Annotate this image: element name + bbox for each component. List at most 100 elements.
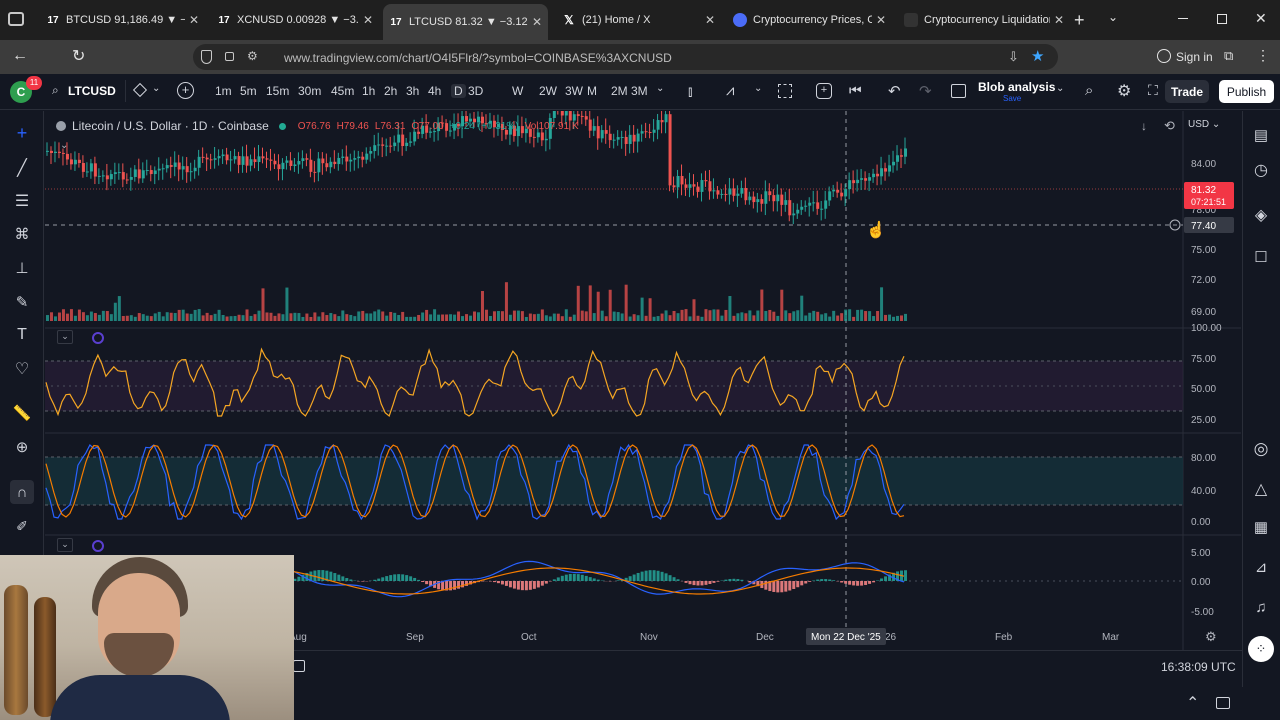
new-tab-icon[interactable]: + [1074,10,1085,31]
ruler-icon[interactable]: 📏 [10,401,34,425]
close-tab-icon[interactable]: ✕ [705,13,715,27]
timeframe-2W[interactable]: 2W [539,84,557,98]
replay-icon[interactable]: ⏮ [849,82,862,99]
timeframe-D[interactable]: D [451,84,466,98]
currency-select[interactable]: USD ⌄ [1188,119,1220,130]
bookmark-star-icon[interactable]: ★ [1031,47,1044,65]
add-symbol-icon[interactable]: + [177,82,194,99]
shield-icon[interactable] [201,50,212,64]
interval-dropdown-icon[interactable]: ⌄ [656,83,664,94]
crosshair-icon[interactable]: + [10,121,34,145]
timeframe-1h[interactable]: 1h [362,84,375,98]
data-window-icon[interactable]: ◈ [1249,203,1273,227]
timeframe-1m[interactable]: 1m [215,84,232,98]
close-tab-icon[interactable]: ✕ [532,15,542,29]
notifications-bell-icon[interactable]: ♫ [1249,595,1273,619]
tab-actions-icon[interactable] [8,12,24,26]
timeframe-5m[interactable]: 5m [240,84,257,98]
back-icon[interactable]: ← [12,47,28,65]
apps-grid-icon[interactable]: ⁘ [1248,636,1274,662]
maximize-icon[interactable] [1217,14,1227,24]
close-tab-icon[interactable]: ✕ [363,13,373,27]
timeframe-2h[interactable]: 2h [384,84,397,98]
timeframe-3D[interactable]: 3D [468,84,483,98]
browser-tab-active[interactable]: 17 LTCUSD 81.32 ▼ −3.12% Blob ✕ [383,4,548,40]
lock-icon[interactable] [225,52,234,61]
trend-line-icon[interactable]: ╱ [10,156,34,180]
close-tab-icon[interactable]: ✕ [189,13,199,27]
close-tab-icon[interactable]: ✕ [876,13,886,27]
browser-tab[interactable]: Cryptocurrency Liquidation ✕ [898,6,1070,34]
install-app-icon[interactable]: ⇩ [1008,49,1019,65]
browser-menu-icon[interactable]: ⋮ [1256,47,1270,64]
alert-icon[interactable]: + [816,83,832,99]
sign-in-button[interactable]: Sign in [1176,50,1213,64]
alerts-clock-icon[interactable]: ◷ [1249,158,1273,182]
date-range-icon[interactable] [293,660,305,672]
profile-icon[interactable] [1157,49,1171,63]
news-feed-icon[interactable]: ⊿ [1249,555,1273,579]
timeframe-30m[interactable]: 30m [298,84,321,98]
timeframe-3h[interactable]: 3h [406,84,419,98]
close-tab-icon[interactable]: ✕ [1054,13,1064,27]
timeframe-15m[interactable]: 15m [266,84,289,98]
fib-retracement-icon[interactable]: ☰ [10,189,34,213]
templates-icon[interactable] [778,84,792,98]
layout-icon[interactable] [951,84,966,98]
browser-tab[interactable]: 17 XCNUSD 0.00928 ▼ −3.63% ✕ [211,6,379,34]
brush-icon[interactable]: ✎ [10,290,34,314]
settings-gear-icon[interactable]: ⚙ [1117,81,1131,101]
collapse-legend-icon[interactable]: ⌄ [60,140,68,151]
timeframe-2M[interactable]: 2M [611,84,628,98]
minimize-icon[interactable] [1178,18,1188,19]
close-window-icon[interactable]: ✕ [1255,10,1267,27]
chevron-up-icon[interactable]: ⌃ [1186,693,1199,713]
target-icon[interactable]: ◎ [1249,437,1273,461]
quick-search-icon[interactable]: ⌕ [1085,82,1093,99]
symbol-search[interactable]: ⌕ LTCUSD [44,80,126,102]
chevron-down-icon[interactable]: ⌄ [152,83,160,94]
timeframe-W[interactable]: W [512,84,523,98]
chevron-down-icon[interactable]: ⌄ [754,83,762,94]
timeframe-45m[interactable]: 45m [331,84,354,98]
timeframe-3M[interactable]: 3M [631,84,648,98]
text-tool-icon[interactable]: T [10,323,34,347]
patterns-icon[interactable]: ⌘ [10,222,34,246]
tab-search-icon[interactable]: ⌄ [1108,10,1118,24]
layout-name[interactable]: Blob analysis [978,80,1055,94]
legend-title[interactable]: Litecoin / U.S. Dollar · 1D · Coinbase [72,119,269,133]
reset-chart-icon[interactable]: ⟲ [1164,118,1175,134]
projection-icon[interactable]: ⊥ [10,256,34,280]
lock-drawings-icon[interactable]: ✐ [10,514,34,538]
clock-label[interactable]: 16:38:09 UTC [1161,660,1236,674]
browser-tab[interactable]: 17 BTCUSD 91,186.49 ▼ −2.71% ✕ [40,6,205,34]
timeframe-3W[interactable]: 3W [565,84,583,98]
watchlist-icon[interactable]: ▤ [1249,123,1273,147]
timeframe-4h[interactable]: 4h [428,84,441,98]
maximize-panel-icon[interactable] [1216,697,1230,709]
indicators-icon[interactable]: ⩘ [726,82,734,99]
publish-button[interactable]: Publish [1219,80,1274,103]
ideas-icon[interactable]: △ [1249,477,1273,501]
undo-icon[interactable]: ↶ [888,82,901,100]
site-settings-icon[interactable]: ⚙ [247,49,258,63]
extensions-icon[interactable]: ⧉ [1224,48,1233,64]
calendar-icon[interactable]: ▦ [1249,515,1273,539]
fullscreen-icon[interactable]: ⛶ [1148,82,1158,99]
collapse-pane-icon[interactable]: ⌄ [57,538,73,552]
magnet-icon[interactable]: ∩ [10,480,34,504]
browser-tab[interactable]: 𝕏 (21) Home / X ✕ [556,6,721,34]
bar-style-icon[interactable]: ⫾ [688,83,692,100]
time-axis-settings-icon[interactable]: ⚙ [1205,630,1217,645]
zoom-in-icon[interactable]: ⊕ [10,435,34,459]
browser-tab[interactable]: Cryptocurrency Prices, Chart ✕ [727,6,892,34]
trade-button[interactable]: Trade [1165,80,1209,103]
chevron-down-icon[interactable]: ⌄ [1056,83,1064,94]
reload-icon[interactable]: ↻ [72,46,85,66]
collapse-pane-icon[interactable]: ⌄ [57,330,73,344]
favorites-heart-icon[interactable]: ♡ [10,357,34,381]
scroll-down-icon[interactable]: ↓ [1141,119,1147,133]
timeframe-M[interactable]: M [587,84,597,98]
chat-icon[interactable]: ☐ [1249,245,1273,269]
redo-icon[interactable]: ↷ [919,82,932,100]
